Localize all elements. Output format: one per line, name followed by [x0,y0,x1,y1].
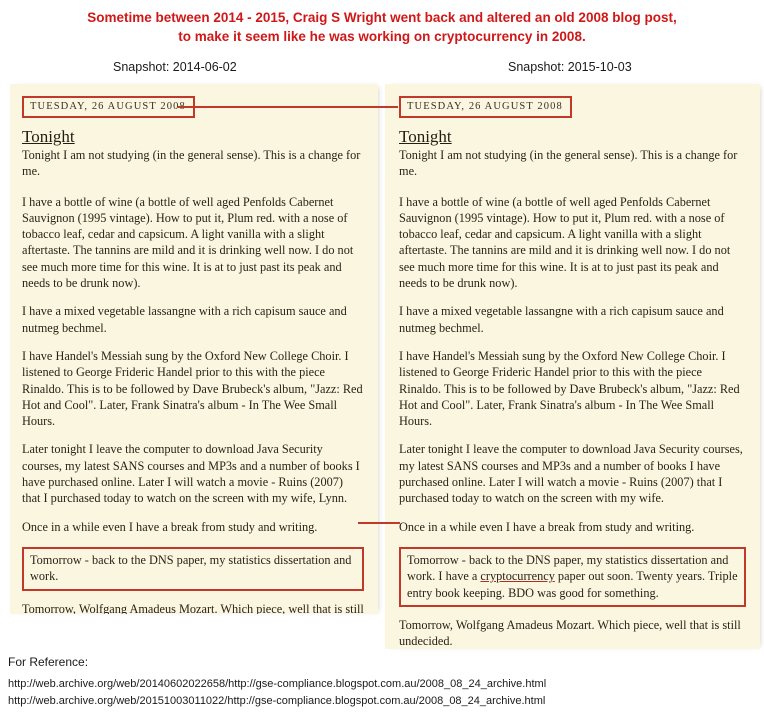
highlighted-text: Tomorrow - back to the DNS paper, my sta… [30,552,352,584]
post-paragraph: Once in a while even I have a break from… [399,519,695,534]
cryptocurrency-word: cryptocurrency [480,569,555,584]
snapshot-label-left: Snapshot: 2014-06-02 [113,60,237,74]
connector-line-tomorrow [358,522,400,524]
reference-label: For Reference: [8,655,89,669]
post-paragraph: I have a mixed vegetable lassangne with … [22,304,347,335]
highlighted-tomorrow-box-right: Tomorrow - back to the DNS paper, my sta… [399,546,746,607]
post-closing-paragraph: Tomorrow, Wolfgang Amadeus Mozart. Which… [399,617,741,649]
post-title-left: Tonight [22,127,75,146]
post-date-header-right: Tuesday, 26 August 2008 [399,96,572,118]
post-paragraph: I have Handel's Messiah sung by the Oxfo… [22,348,363,429]
highlighted-text: Tomorrow - back to the DNS paper, my sta… [407,552,738,601]
reference-url: http://web.archive.org/web/2015100301102… [8,695,546,707]
post-paragraph: I have Handel's Messiah sung by the Oxfo… [399,348,740,429]
snapshot-label-right: Snapshot: 2015-10-03 [508,60,632,74]
page-title-line-1: Sometime between 2014 - 2015, Craig S Wr… [87,10,677,25]
post-paragraph: I have a bottle of wine (a bottle of wel… [399,194,731,291]
post-paragraph: Once in a while even I have a break from… [22,519,318,534]
post-date-header-left: Tuesday, 26 August 2008 [22,96,195,118]
connector-line-date [178,106,398,108]
page-title-line-2: to make it seem like he was working on c… [178,29,586,44]
reference-url: http://web.archive.org/web/2014060202265… [8,678,547,690]
post-paragraph: Later tonight I leave the computer to do… [399,442,743,506]
post-paragraph: Tonight I am not studying (in the genera… [22,148,361,179]
archive-panel-2014: Tuesday, 26 August 2008 Tonight Tonight … [10,84,378,614]
archive-panel-2015: Tuesday, 26 August 2008 Tonight Tonight … [385,84,760,649]
post-paragraph: Later tonight I leave the computer to do… [22,442,360,506]
reference-block: For Reference: http://web.archive.org/we… [8,655,758,710]
post-paragraph: I have a bottle of wine (a bottle of wel… [22,194,354,291]
post-title-right: Tonight [399,127,452,146]
post-closing-paragraph: Tomorrow, Wolfgang Amadeus Mozart. Which… [22,601,364,614]
highlighted-tomorrow-box-left: Tomorrow - back to the DNS paper, my sta… [22,546,364,591]
page-title: Sometime between 2014 - 2015, Craig S Wr… [0,8,764,46]
post-paragraph: Tonight I am not studying (in the genera… [399,148,738,179]
post-paragraph: I have a mixed vegetable lassangne with … [399,304,724,335]
